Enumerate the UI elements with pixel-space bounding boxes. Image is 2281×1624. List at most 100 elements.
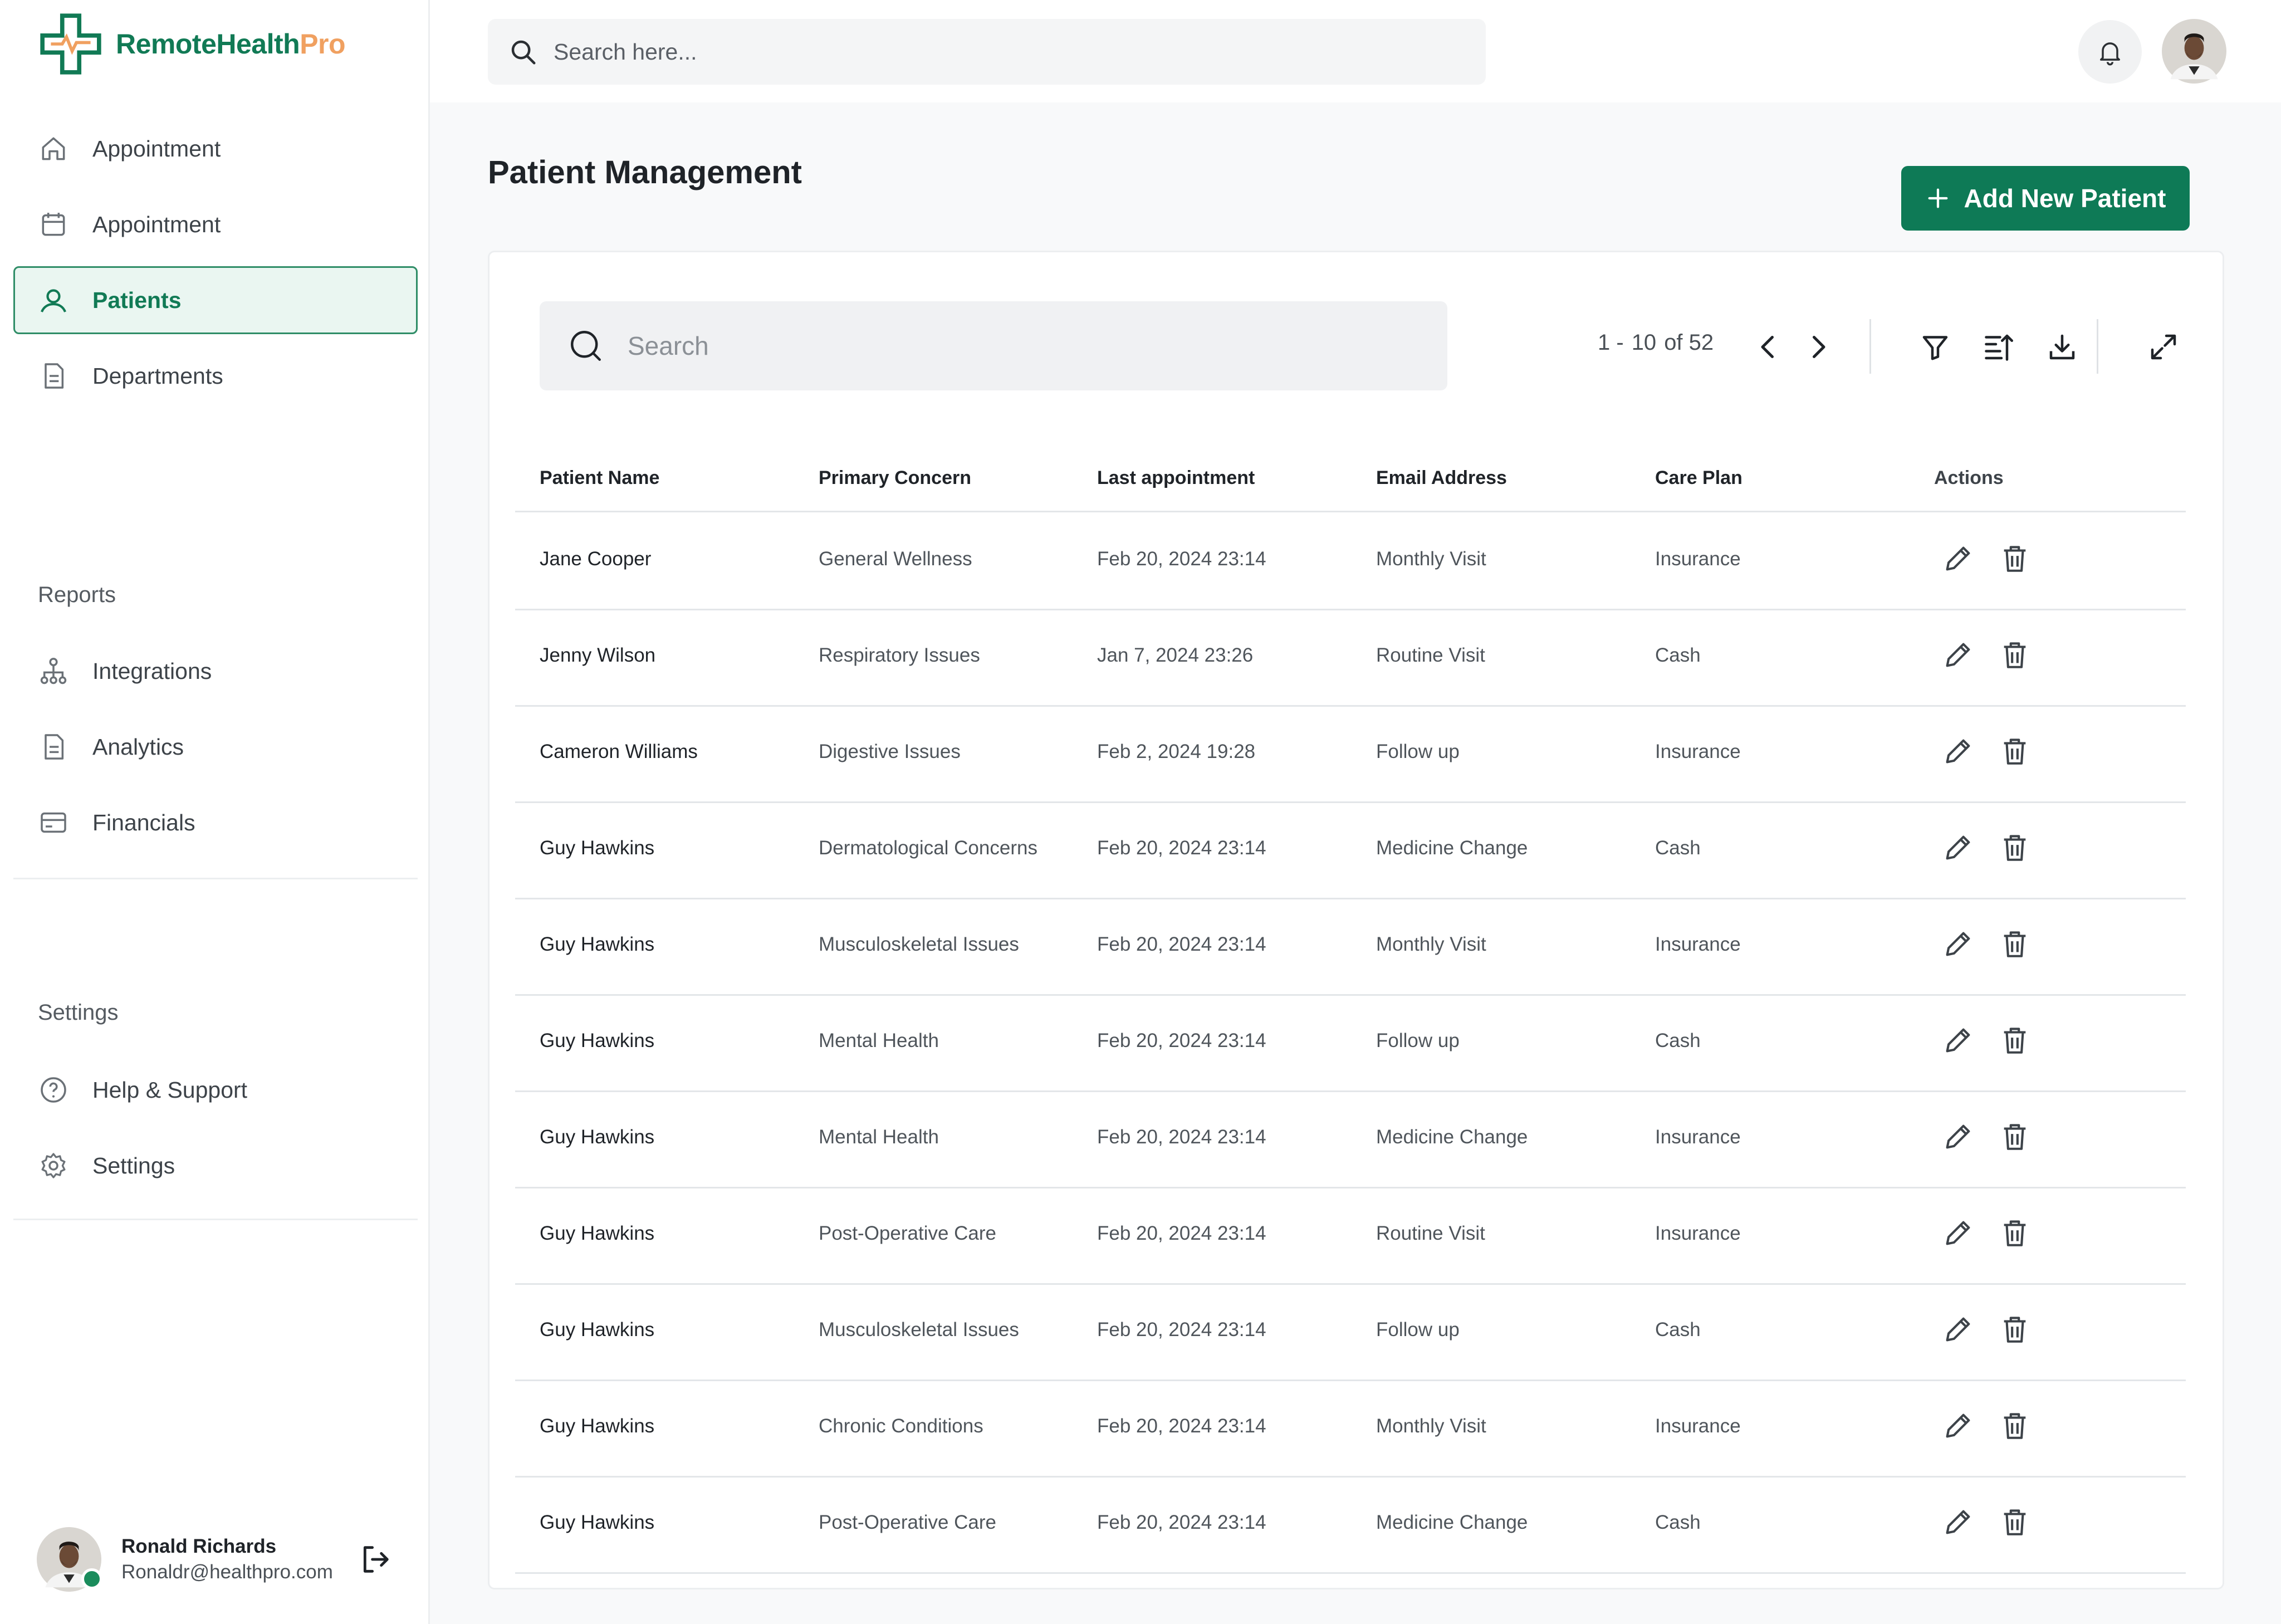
- trash-icon[interactable]: [1999, 1313, 2031, 1346]
- download-icon[interactable]: [2045, 330, 2079, 364]
- chevron-left-icon[interactable]: [1751, 330, 1785, 364]
- cell-last-appointment: Feb 20, 2024 23:14: [1097, 1512, 1266, 1533]
- cell-primary-concern: Post-Operative Care: [819, 1222, 997, 1244]
- notifications-button[interactable]: [2078, 20, 2142, 84]
- edit-icon[interactable]: [1942, 1121, 1974, 1153]
- cell-primary-concern: Chronic Conditions: [819, 1415, 983, 1437]
- expand-icon[interactable]: [2147, 330, 2180, 364]
- sidebar-item-financials[interactable]: Financials: [13, 789, 418, 857]
- trash-icon[interactable]: [1999, 928, 2031, 960]
- filter-icon[interactable]: [1918, 330, 1952, 364]
- user-avatar[interactable]: [37, 1527, 102, 1592]
- trash-icon[interactable]: [1999, 542, 2031, 575]
- sidebar-item-appointment[interactable]: Appointment: [13, 190, 418, 258]
- sort-icon[interactable]: [1982, 330, 2015, 364]
- toolbar-divider: [2097, 319, 2098, 374]
- trash-icon[interactable]: [1999, 1410, 2031, 1442]
- sidebar-item-appointment-home[interactable]: Appointment: [13, 115, 418, 183]
- sidebar-item-integrations[interactable]: Integrations: [13, 637, 418, 705]
- search-icon: [571, 331, 601, 361]
- cell-email-address: Monthly Visit: [1376, 548, 1486, 570]
- edit-icon[interactable]: [1942, 1313, 1974, 1346]
- sidebar-item-label: Appointment: [92, 135, 221, 162]
- global-search-input[interactable]: [552, 38, 1390, 66]
- cell-primary-concern: Musculoskeletal Issues: [819, 1319, 1019, 1341]
- edit-icon[interactable]: [1942, 735, 1974, 767]
- trash-icon[interactable]: [1999, 1217, 2031, 1249]
- edit-icon[interactable]: [1942, 1506, 1974, 1538]
- table-row[interactable]: Guy Hawkins Musculoskeletal Issues Feb 20,…: [515, 898, 2186, 996]
- table-row[interactable]: Guy Hawkins Musculoskeletal Issues Feb 20,…: [515, 1283, 2186, 1381]
- cell-patient-name: Guy Hawkins: [540, 1126, 655, 1148]
- cell-last-appointment: Feb 20, 2024 23:14: [1097, 933, 1266, 955]
- online-status-dot: [81, 1568, 102, 1589]
- edit-icon[interactable]: [1942, 1217, 1974, 1249]
- hierarchy-icon: [40, 658, 67, 684]
- table-row[interactable]: Guy Hawkins Chronic Conditions Feb 20, 202…: [515, 1380, 2186, 1478]
- sidebar-item-patients[interactable]: Patients: [13, 266, 418, 334]
- sidebar-item-help-support[interactable]: Help & Support: [13, 1056, 418, 1124]
- sidebar-item-analytics[interactable]: Analytics: [13, 713, 418, 781]
- search-icon: [511, 40, 536, 65]
- table-row[interactable]: Guy Hawkins Dermatological Concerns Feb 20…: [515, 801, 2186, 899]
- table-search[interactable]: [540, 301, 1447, 390]
- cell-primary-concern: Mental Health: [819, 1030, 939, 1051]
- table-search-input[interactable]: [626, 330, 1408, 361]
- sidebar-item-label: Patients: [92, 287, 182, 313]
- column-header-email-address[interactable]: Email Address: [1376, 467, 1507, 489]
- edit-icon[interactable]: [1942, 1410, 1974, 1442]
- cell-primary-concern: Respiratory Issues: [819, 644, 980, 666]
- table-row[interactable]: Jane Cooper General Wellness Feb 20, 2024 …: [515, 512, 2186, 610]
- table-row[interactable]: Guy Hawkins Mental Health Feb 20, 2024 23:…: [515, 994, 2186, 1092]
- cell-last-appointment: Jan 7, 2024 23:26: [1097, 644, 1254, 666]
- chevron-right-icon[interactable]: [1802, 330, 1835, 364]
- add-new-patient-button[interactable]: Add New Patient: [1901, 166, 2190, 231]
- settings-section-label: Settings: [38, 1000, 119, 1025]
- table-row[interactable]: Cameron Williams Digestive Issues Feb 2, 2…: [515, 705, 2186, 803]
- cell-email-address: Monthly Visit: [1376, 933, 1486, 955]
- cell-patient-name: Guy Hawkins: [540, 1512, 655, 1533]
- edit-icon[interactable]: [1942, 542, 1974, 575]
- trash-icon[interactable]: [1999, 1506, 2031, 1538]
- column-header-actions: Actions: [1934, 467, 2004, 488]
- cell-patient-name: Guy Hawkins: [540, 1030, 655, 1051]
- trash-icon[interactable]: [1999, 639, 2031, 671]
- edit-icon[interactable]: [1942, 1024, 1974, 1056]
- sidebar-item-label: Integrations: [92, 658, 212, 684]
- cell-patient-name: Guy Hawkins: [540, 1319, 655, 1341]
- trash-icon[interactable]: [1999, 831, 2031, 864]
- help-icon: [41, 1077, 66, 1103]
- table-row[interactable]: Guy Hawkins Post-Operative Care Feb 20, 20…: [515, 1187, 2186, 1285]
- cell-care-plan: Cash: [1655, 1319, 1701, 1341]
- sidebar-item-settings[interactable]: Settings: [13, 1132, 418, 1200]
- table-row[interactable]: Guy Hawkins Mental Health Feb 20, 2024 23:…: [515, 1090, 2186, 1188]
- column-header-last-appointment[interactable]: Last appointment: [1097, 467, 1255, 489]
- pagination-end: 10: [1631, 330, 1657, 355]
- cell-care-plan: Insurance: [1655, 548, 1741, 570]
- column-header-primary-concern[interactable]: Primary Concern: [819, 467, 971, 489]
- sidebar-item-departments[interactable]: Departments: [13, 342, 418, 410]
- cell-care-plan: Cash: [1655, 644, 1701, 666]
- table-row[interactable]: Guy Hawkins Post-Operative Care Feb 20, 20…: [515, 1476, 2186, 1574]
- table-row[interactable]: Jenny Wilson Respiratory Issues Jan 7, 202…: [515, 609, 2186, 707]
- top-bar: [430, 0, 2281, 102]
- trash-icon[interactable]: [1999, 1024, 2031, 1056]
- edit-icon[interactable]: [1942, 639, 1974, 671]
- logout-icon[interactable]: [358, 1542, 393, 1577]
- column-header-patient-name[interactable]: Patient Name: [540, 467, 659, 489]
- cell-care-plan: Insurance: [1655, 1415, 1741, 1437]
- edit-icon[interactable]: [1942, 928, 1974, 960]
- profile-avatar[interactable]: [2162, 19, 2226, 84]
- cell-care-plan: Insurance: [1655, 933, 1741, 955]
- home-icon: [42, 137, 65, 160]
- cell-primary-concern: Musculoskeletal Issues: [819, 933, 1019, 955]
- column-header-care-plan[interactable]: Care Plan: [1655, 467, 1742, 489]
- global-search[interactable]: [488, 19, 1486, 85]
- cell-last-appointment: Feb 20, 2024 23:14: [1097, 1222, 1266, 1244]
- cell-email-address: Routine Visit: [1376, 644, 1485, 666]
- edit-icon[interactable]: [1942, 831, 1974, 864]
- brand-logo[interactable]: RemoteHealthPro: [37, 10, 346, 78]
- trash-icon[interactable]: [1999, 1121, 2031, 1153]
- trash-icon[interactable]: [1999, 735, 2031, 767]
- brand-name-part1: RemoteHealth: [116, 28, 300, 60]
